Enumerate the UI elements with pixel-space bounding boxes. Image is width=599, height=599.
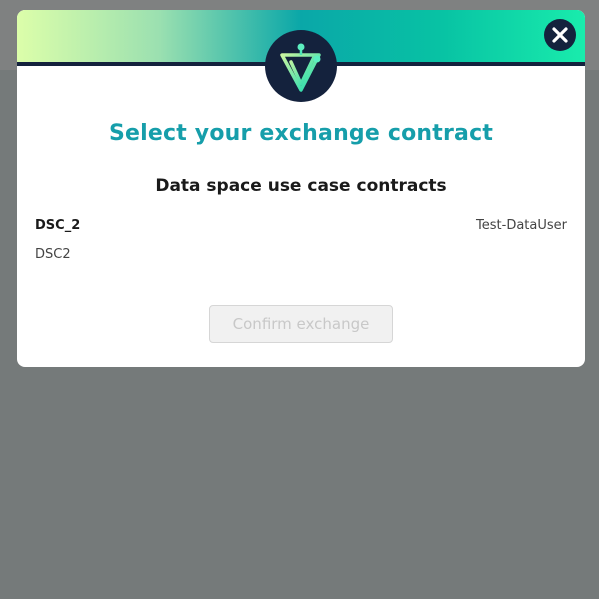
contract-owner: Test-DataUser — [476, 218, 567, 233]
contract-selection-modal: Select your exchange contract Data space… — [17, 10, 585, 367]
close-button[interactable] — [544, 19, 576, 51]
brand-logo-icon — [265, 30, 337, 102]
section-title: Data space use case contracts — [155, 176, 447, 196]
close-icon — [552, 27, 568, 43]
contract-name: DSC_2 — [35, 218, 81, 233]
confirm-exchange-button[interactable]: Confirm exchange — [209, 305, 393, 343]
modal-title: Select your exchange contract — [108, 121, 494, 146]
contract-description: DSC2 — [35, 247, 71, 262]
contract-list-item[interactable]: DSC_2 Test-DataUser DSC2 — [35, 214, 567, 270]
